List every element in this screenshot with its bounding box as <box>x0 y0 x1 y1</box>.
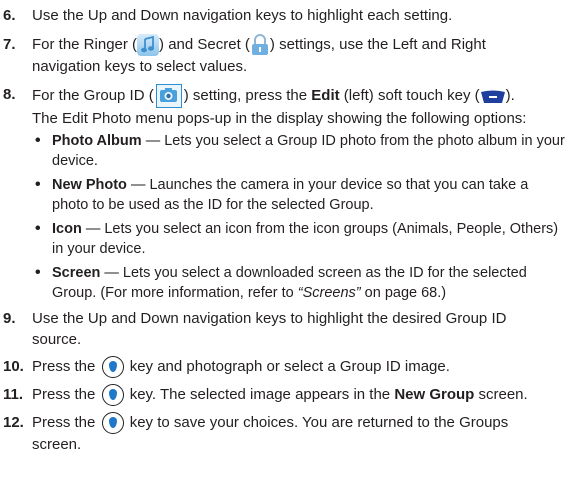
option-text: Photo Album — Lets you select a Group ID… <box>52 131 580 171</box>
edit-key-label: Edit <box>311 86 340 104</box>
step-text: For the Ringer ( ) and Secret ( ) settings… <box>32 34 582 77</box>
new-group-label: New Group <box>394 386 475 403</box>
option-text: New Photo — Launches the camera in your … <box>52 175 580 215</box>
option-title: Screen <box>52 265 101 281</box>
step-line: The Edit Photo menu pops-up in the displ… <box>32 110 527 127</box>
photo-icon <box>155 84 182 108</box>
step-text: For the Group ID ( ) setting, press the E… <box>32 84 582 129</box>
option-desc-line: device. <box>52 153 98 169</box>
option-desc: — Lets you select a downloaded screen as… <box>100 265 527 281</box>
step-text-part: ). <box>505 86 515 104</box>
ok-key-icon <box>101 412 124 435</box>
option-desc: — Lets you select a Group ID photo from … <box>141 133 565 149</box>
step-text: Press the key to save your choices. You … <box>32 412 582 455</box>
step-text-part: (left) soft touch key ( <box>339 86 480 104</box>
option-desc: — Lets you select an icon from the icon … <box>81 221 559 237</box>
step-number: 12. <box>3 414 24 431</box>
step-text: Use the Up and Down navigation keys to h… <box>32 5 582 26</box>
step-text-part: key to save your choices. You are return… <box>125 414 509 431</box>
step-number: 9. <box>3 310 16 327</box>
step-text-part: Press the <box>32 386 100 403</box>
step-line: Use the Up and Down navigation keys to h… <box>32 7 453 24</box>
step-line: screen. <box>32 436 82 454</box>
manual-page: 6. Use the Up and Down navigation keys t… <box>0 0 585 495</box>
step-text: Use the Up and Down navigation keys to h… <box>32 308 582 350</box>
option-text: Icon — Lets you select an icon from the … <box>52 219 580 259</box>
bullet-dot: • <box>35 132 41 149</box>
option-text: Screen — Lets you select a downloaded sc… <box>52 263 580 303</box>
step-text-part: For the Ringer ( <box>32 36 138 53</box>
step-text-part: ) setting, press the <box>183 86 312 104</box>
ok-key-icon <box>101 384 124 407</box>
option-title: Photo Album <box>52 133 142 149</box>
option-desc-line: on page 68.) <box>360 285 447 301</box>
step-text-part: Press the <box>32 414 100 431</box>
soft-key-icon <box>480 89 506 103</box>
bullet-dot: • <box>35 220 41 237</box>
option-title: New Photo <box>52 177 127 193</box>
step-number: 6. <box>3 7 16 24</box>
step-text-part: Press the <box>32 358 100 375</box>
step-line: navigation keys to select values. <box>32 58 248 76</box>
step-text-part: key. The selected image appears in the <box>125 386 395 403</box>
step-text: Press the key and photograph or select a… <box>32 356 582 379</box>
option-desc-line: photo to be used as the ID for the selec… <box>52 197 374 213</box>
option-title: Icon <box>52 221 82 237</box>
step-line: source. <box>32 331 82 348</box>
option-desc-line: Group. (For more information, refer to <box>52 285 298 301</box>
step-number: 11. <box>3 386 24 403</box>
ok-key-icon <box>101 356 124 379</box>
step-text-part: ) settings, use the Left and Right <box>269 36 486 53</box>
music-note-icon <box>137 34 160 57</box>
step-text-part: key and photograph or select a Group ID … <box>125 358 450 375</box>
step-number: 7. <box>3 36 16 53</box>
bullet-dot: • <box>35 264 41 281</box>
step-text: Press the key. The selected image appear… <box>32 384 582 407</box>
lock-icon <box>250 34 270 56</box>
step-text-part: ) and Secret ( <box>159 36 250 53</box>
step-line: Use the Up and Down navigation keys to h… <box>32 310 507 327</box>
step-text-part: For the Group ID ( <box>32 86 154 104</box>
screens-reference-link[interactable]: “Screens” <box>298 285 361 301</box>
option-desc-line: in your device. <box>52 241 146 257</box>
step-number: 10. <box>3 358 24 375</box>
step-text-part: screen. <box>474 386 528 403</box>
option-desc: — Launches the camera in your device so … <box>126 177 529 193</box>
step-number: 8. <box>3 86 16 103</box>
bullet-dot: • <box>35 176 41 193</box>
